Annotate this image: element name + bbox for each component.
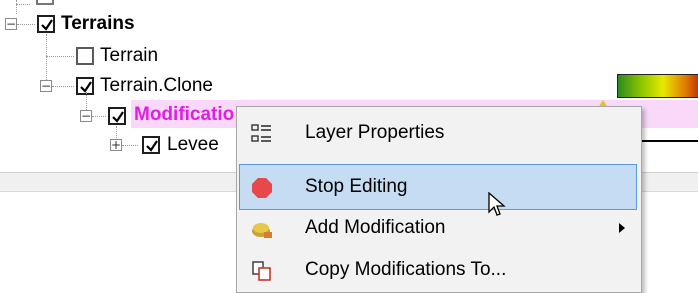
tree-guide-line (16, 4, 30, 5)
partial-tree-item (36, 0, 54, 5)
terrains-checkbox[interactable] (37, 15, 55, 33)
menu-item-stop-editing[interactable]: Stop Editing (239, 164, 637, 210)
add-modification-icon (251, 218, 273, 240)
submenu-arrow-icon (619, 223, 625, 233)
menu-item-label: Layer Properties (305, 122, 445, 143)
expand-toggle[interactable]: + (110, 139, 122, 151)
stop-icon (251, 177, 273, 199)
menu-item-label: Add Modification (305, 217, 446, 238)
tree-guide-line (122, 145, 138, 146)
tree-item-modifications-label[interactable]: Modificatio (134, 104, 234, 126)
legend-line (636, 140, 698, 142)
menu-item-add-modification[interactable]: Add Modification (237, 206, 641, 250)
menu-item-layer-properties[interactable]: Layer Properties (237, 111, 641, 155)
mouse-cursor-icon (488, 191, 506, 223)
tree-guide-line (92, 116, 106, 117)
context-menu: Layer Properties Stop Editing Add Modifi… (236, 106, 642, 293)
tree-guide-line (17, 24, 35, 25)
levee-checkbox[interactable] (142, 136, 160, 154)
terrain-clone-checkbox[interactable] (76, 77, 94, 95)
menu-item-copy-modifications[interactable]: Copy Modifications To... (237, 248, 641, 292)
terrain-checkbox[interactable] (76, 47, 94, 65)
tree-item-terrain-clone-label[interactable]: Terrain.Clone (100, 75, 213, 97)
tree-guide-line (46, 56, 74, 57)
menu-item-label: Stop Editing (305, 176, 408, 197)
tree-item-levee-label[interactable]: Levee (167, 134, 219, 156)
tree-item-terrains-label[interactable]: Terrains (61, 13, 135, 35)
collapse-toggle[interactable]: − (80, 110, 92, 122)
collapse-toggle[interactable]: − (40, 80, 52, 92)
modifications-checkbox[interactable] (108, 107, 126, 125)
layer-properties-icon (251, 123, 273, 145)
terrain-color-ramp (617, 74, 698, 98)
tree-guide-line (52, 86, 74, 87)
tree-item-terrain-label[interactable]: Terrain (100, 45, 158, 67)
copy-icon (251, 260, 273, 282)
collapse-toggle[interactable]: − (5, 18, 17, 30)
tree-guide-line (16, 0, 17, 14)
menu-item-label: Copy Modifications To... (305, 259, 507, 280)
